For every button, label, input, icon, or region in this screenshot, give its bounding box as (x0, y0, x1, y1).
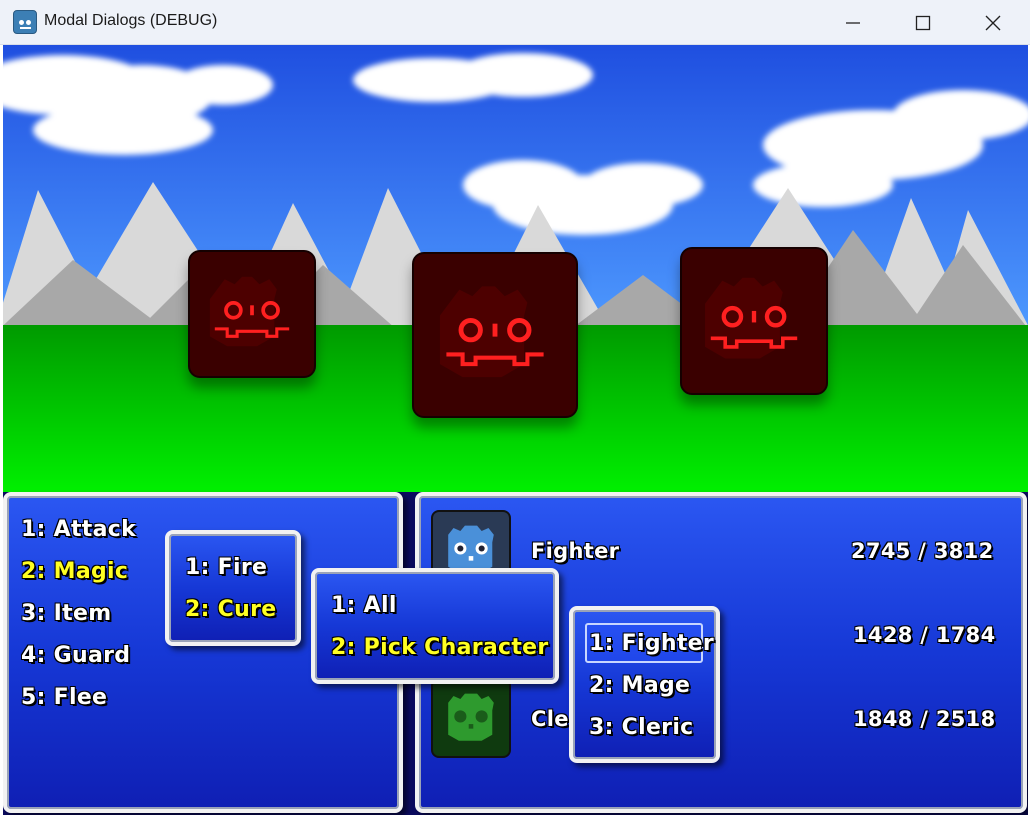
window-title: Modal Dialogs (DEBUG) (44, 12, 218, 29)
enemy-godot-left[interactable] (188, 250, 316, 378)
enemy-face-icon (439, 286, 544, 378)
party-member-hp-fighter: 2745 / 3812 (851, 539, 994, 563)
godot-app-icon (13, 10, 37, 34)
action-menu-item-flee[interactable]: 5: Flee (21, 685, 107, 710)
game-viewport: 1: Attack 2: Magic 3: Item 4: Guard 5: F… (3, 45, 1028, 815)
action-menu-item-guard[interactable]: 4: Guard (21, 643, 130, 668)
close-icon (985, 15, 1001, 31)
minimize-icon (846, 22, 860, 24)
godot-cleric-icon (448, 693, 494, 741)
maximize-icon (915, 15, 931, 31)
target-menu-item-pick-character[interactable]: 2: Pick Character (331, 635, 549, 660)
magic-submenu-panel (165, 530, 301, 646)
cleric-portrait (431, 678, 511, 758)
close-button[interactable] (958, 0, 1028, 45)
party-member-name-fighter: Fighter (531, 539, 620, 563)
action-menu-item-magic[interactable]: 2: Magic (21, 559, 128, 584)
magic-menu-item-cure[interactable]: 2: Cure (185, 597, 276, 622)
enemy-face-icon (705, 277, 798, 359)
minimize-button[interactable] (818, 0, 888, 45)
target-menu-item-all[interactable]: 1: All (331, 593, 397, 618)
party-member-hp-mage: 1428 / 1784 (853, 623, 996, 647)
character-picker-item-fighter[interactable]: 1: Fighter (589, 631, 714, 656)
party-member-hp-cleric: 1848 / 2518 (853, 707, 996, 731)
character-picker-item-cleric[interactable]: 3: Cleric (589, 715, 694, 740)
maximize-button[interactable] (888, 0, 958, 45)
character-picker-item-mage[interactable]: 2: Mage (589, 673, 690, 698)
enemy-godot-right[interactable] (680, 247, 828, 395)
action-menu-item-item[interactable]: 3: Item (21, 601, 111, 626)
magic-menu-item-fire[interactable]: 1: Fire (185, 555, 267, 580)
target-submenu-panel (311, 568, 559, 684)
enemy-face-icon (209, 276, 290, 347)
party-member-name-cleric: Cle (531, 707, 569, 731)
title-bar: Modal Dialogs (DEBUG) (0, 0, 1030, 45)
action-menu-item-attack[interactable]: 1: Attack (21, 517, 136, 542)
enemy-godot-center[interactable] (412, 252, 578, 418)
